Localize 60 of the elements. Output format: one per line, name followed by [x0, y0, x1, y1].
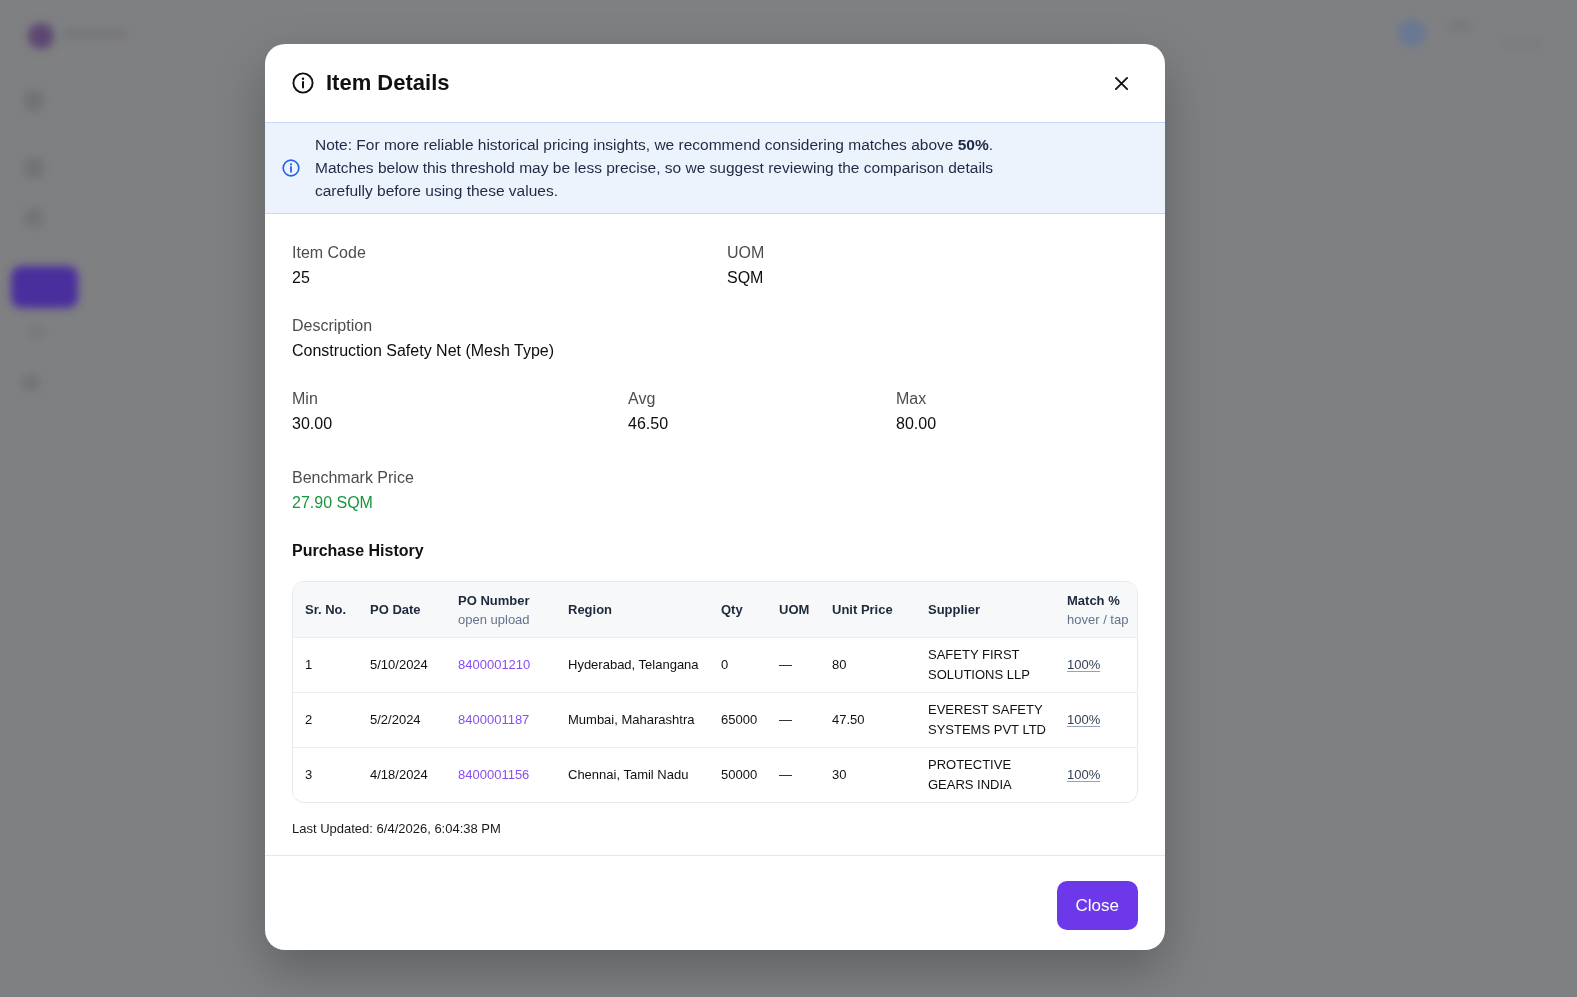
match-percent-link[interactable]: 100%: [1067, 710, 1101, 730]
note-text: Note: For more reliable historical pricing insights, we recommend considering matches above 50%. Matches below this threshold may be less precise, so we suggest reviewing the comparison details carefully before using these values.: [315, 135, 995, 201]
column-header: Region: [568, 601, 613, 619]
table-cell-text: 3: [305, 766, 313, 784]
field-value: 25: [292, 268, 310, 288]
table-cell-text: —: [779, 656, 792, 674]
column-header: Unit Price: [832, 601, 893, 619]
po-number-link[interactable]: 8400001187: [458, 710, 530, 730]
close-icon: [1114, 75, 1129, 91]
table-cell-text: SAFETY FIRST SOLUTIONS LLP: [928, 646, 1031, 684]
table-cell-text: 5/2/2024: [370, 711, 421, 729]
benchmark-price-value: 27.90 SQM: [292, 493, 373, 513]
table-cell-text: 1: [305, 656, 313, 674]
dialog-title: Item Details: [326, 70, 450, 96]
field-label: Description: [292, 316, 373, 336]
po-number-link[interactable]: 8400001210: [458, 655, 531, 675]
field-value: 80.00: [896, 414, 937, 434]
info-icon: [282, 158, 300, 177]
last-updated-text: Last Updated: 6/4/2026, 6:04:38 PM: [292, 820, 501, 838]
column-header: Match %: [1067, 591, 1120, 610]
field-value: Construction Safety Net (Mesh Type): [292, 341, 555, 361]
column-header: Qty: [721, 601, 743, 619]
field-value: 46.50: [628, 414, 669, 434]
table-cell-text: —: [779, 711, 792, 729]
table-cell-text: 65000: [721, 711, 758, 729]
column-header: Supplier: [928, 601, 980, 619]
table-cell-text: Chennai, Tamil Nadu: [568, 766, 689, 784]
table-cell-text: Hyderabad, Telangana: [568, 656, 699, 674]
close-button[interactable]: Close: [1056, 881, 1138, 930]
field-label: Max: [896, 389, 927, 409]
field-label: UOM: [727, 243, 765, 263]
table-cell-text: 5/10/2024: [370, 656, 428, 674]
field-label: Item Code: [292, 243, 366, 263]
match-percent-link[interactable]: 100%: [1067, 765, 1101, 785]
table-cell-text: 80: [832, 656, 847, 674]
column-subheader: hover / tap: [1067, 610, 1129, 629]
column-subheader: open upload: [458, 610, 530, 629]
column-header: Sr. No.: [305, 601, 347, 619]
po-number-link[interactable]: 8400001156: [458, 765, 530, 785]
table-cell-text: 50000: [721, 766, 758, 784]
table-cell-text: 30: [832, 766, 847, 784]
table-cell-text: 47.50: [832, 711, 865, 729]
section-heading: Purchase History: [292, 541, 424, 561]
field-label: Min: [292, 389, 318, 409]
field-value: 30.00: [292, 414, 333, 434]
table-cell-text: 2: [305, 711, 313, 729]
match-percent-link[interactable]: 100%: [1067, 655, 1101, 675]
column-header: PO Date: [370, 601, 421, 619]
table-cell-text: PROTECTIVE GEARS INDIA: [928, 756, 1013, 794]
table-cell-text: 4/18/2024: [370, 766, 428, 784]
column-header: UOM: [779, 601, 810, 619]
field-value: SQM: [727, 268, 764, 288]
info-icon: [292, 72, 314, 94]
table-cell-text: Mumbai, Maharashtra: [568, 711, 695, 729]
table-cell-text: —: [779, 766, 792, 784]
table-cell-text: 0: [721, 656, 729, 674]
field-label: Avg: [628, 389, 656, 409]
table-cell-text: EVEREST SAFETY SYSTEMS PVT LTD: [928, 701, 1047, 739]
field-label: Benchmark Price: [292, 468, 414, 488]
column-header: PO Number: [458, 591, 530, 610]
